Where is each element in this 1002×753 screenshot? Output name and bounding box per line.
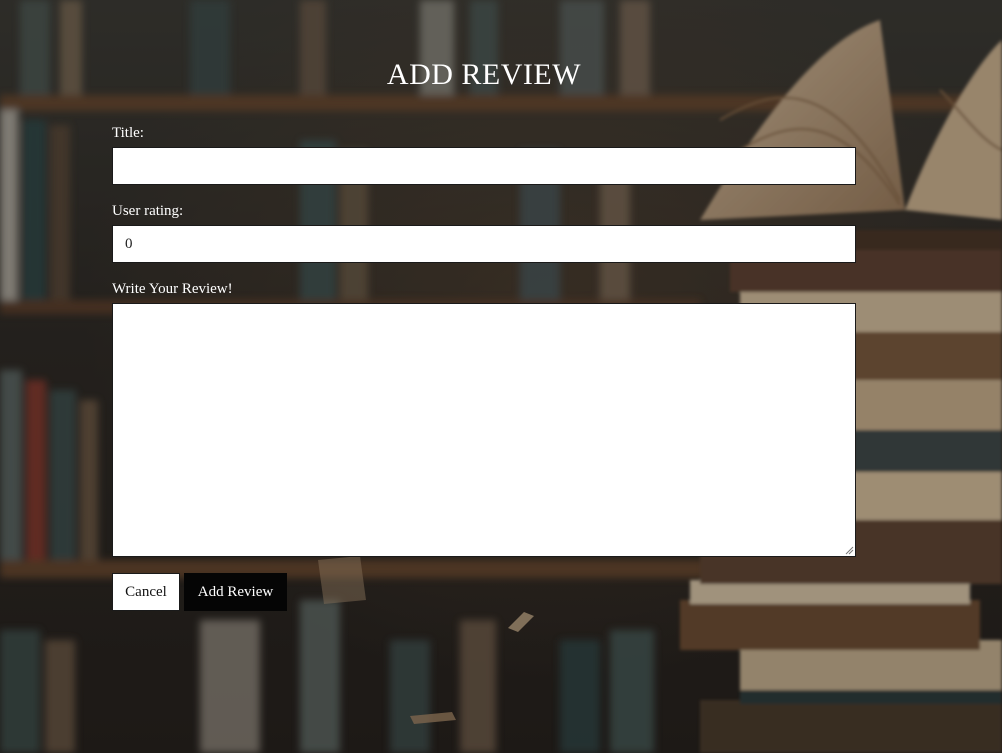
page-title: ADD REVIEW: [386, 58, 582, 91]
add-review-button[interactable]: Add Review: [184, 573, 287, 611]
user-rating-label: User rating:: [112, 203, 184, 219]
add-review-form: ADD REVIEW Title: User rating: Write You…: [0, 0, 1002, 753]
cancel-button[interactable]: Cancel: [112, 573, 180, 611]
review-label: Write Your Review!: [112, 281, 233, 297]
review-textarea[interactable]: [112, 303, 856, 557]
title-label: Title:: [112, 125, 144, 141]
resize-handle-icon[interactable]: [845, 546, 854, 555]
user-rating-input[interactable]: [112, 225, 856, 263]
title-input[interactable]: [112, 147, 856, 185]
